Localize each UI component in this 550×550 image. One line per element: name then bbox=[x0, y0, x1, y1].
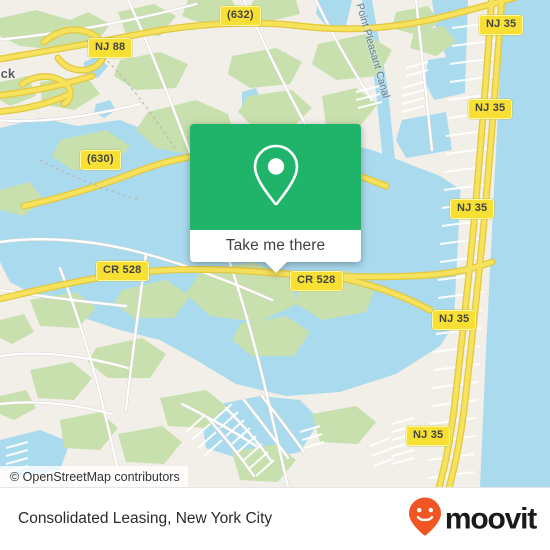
shield-nj-35-5[interactable]: NJ 35 bbox=[406, 426, 451, 446]
map-pin-icon bbox=[250, 142, 302, 213]
shield-cr-528-2[interactable]: CR 528 bbox=[290, 271, 343, 291]
shield-nj-35-2[interactable]: NJ 35 bbox=[468, 99, 513, 119]
callout-tail-pointer bbox=[264, 262, 287, 273]
shield-cr-528-1[interactable]: CR 528 bbox=[96, 261, 149, 281]
shield-nj-35-1[interactable]: NJ 35 bbox=[479, 15, 524, 35]
footer-bar: Consolidated Leasing, New York City moov… bbox=[0, 487, 550, 550]
callout-pin-panel bbox=[190, 124, 361, 230]
moovit-wordmark: moovit bbox=[444, 502, 537, 535]
place-label-brick: ick bbox=[0, 66, 16, 81]
shield-632[interactable]: (632) bbox=[220, 6, 261, 26]
take-me-there-label: Take me there bbox=[225, 237, 326, 254]
map-canvas[interactable]: NJ 88 (632) NJ 35 NJ 35 (630) NJ 35 CR 5… bbox=[0, 0, 550, 487]
osm-attribution[interactable]: © OpenStreetMap contributors bbox=[0, 466, 188, 487]
page-title: Consolidated Leasing, New York City bbox=[18, 510, 273, 527]
take-me-there-button[interactable]: Take me there bbox=[190, 230, 361, 262]
moovit-pin-smile-icon bbox=[408, 497, 442, 542]
shield-nj-35-3[interactable]: NJ 35 bbox=[450, 199, 495, 219]
footer-map-watermark bbox=[0, 487, 550, 488]
shield-nj-35-4[interactable]: NJ 35 bbox=[432, 310, 477, 330]
moovit-logo[interactable]: moovit bbox=[408, 497, 537, 542]
location-callout-card[interactable]: Take me there bbox=[190, 124, 361, 273]
shield-nj-88[interactable]: NJ 88 bbox=[88, 38, 133, 58]
shield-630[interactable]: (630) bbox=[80, 150, 121, 170]
osm-attribution-text: © OpenStreetMap contributors bbox=[10, 469, 180, 484]
